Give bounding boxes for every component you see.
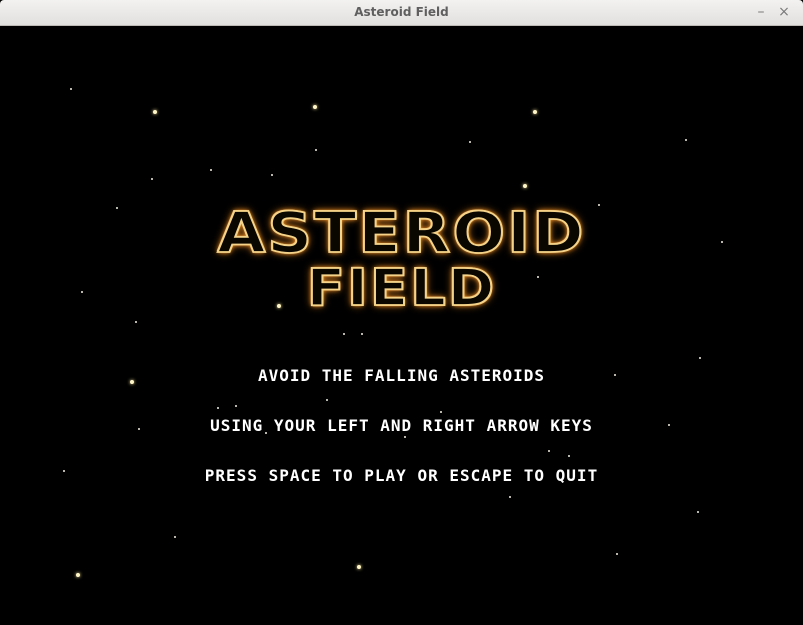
star <box>315 149 317 151</box>
star <box>343 333 345 335</box>
star <box>271 174 273 176</box>
close-button[interactable]: × <box>775 3 793 21</box>
minimize-button[interactable]: – <box>752 3 770 21</box>
star <box>174 536 176 538</box>
logo-title-line1: ASTEROID <box>216 199 586 266</box>
star <box>533 110 537 114</box>
star <box>210 169 212 171</box>
star <box>697 511 699 513</box>
star <box>235 405 237 407</box>
star <box>548 450 550 452</box>
star <box>699 357 701 359</box>
star <box>313 105 317 109</box>
title-bar[interactable]: Asteroid Field – × <box>0 0 803 26</box>
star <box>685 139 687 141</box>
star <box>326 399 328 401</box>
star <box>135 321 137 323</box>
game-canvas[interactable]: ASTEROID FIELD AVOID THE FALLING ASTEROI… <box>3 26 800 625</box>
star <box>440 411 442 413</box>
star <box>469 141 471 143</box>
instruction-line-3: PRESS SPACE TO PLAY OR ESCAPE TO QUIT <box>204 466 599 485</box>
star <box>76 573 80 577</box>
game-window: Asteroid Field – × ASTEROID FIELD AVOID … <box>0 0 803 625</box>
star <box>153 110 157 114</box>
star <box>509 496 511 498</box>
star <box>217 407 219 409</box>
star <box>70 88 72 90</box>
instruction-line-2: USING YOUR LEFT AND RIGHT ARROW KEYS <box>210 416 593 435</box>
logo-title-line2: FIELD <box>306 258 497 318</box>
star <box>357 565 361 569</box>
star <box>523 184 527 188</box>
star <box>568 455 570 457</box>
star <box>616 553 618 555</box>
instruction-line-1: AVOID THE FALLING ASTEROIDS <box>257 366 546 385</box>
star <box>151 178 153 180</box>
star <box>404 436 406 438</box>
window-title: Asteroid Field <box>354 5 449 19</box>
star <box>361 333 363 335</box>
